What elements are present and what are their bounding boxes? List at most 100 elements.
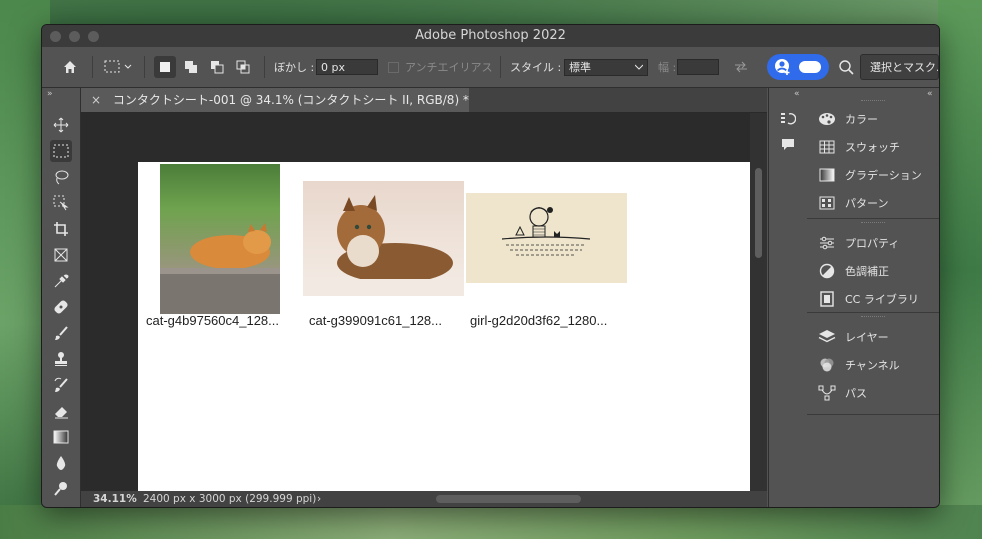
antialias-label: アンチエイリアス [405, 61, 493, 74]
library-icon [820, 291, 834, 307]
color-panel-label: カラー [845, 113, 878, 126]
gradients-panel-label: グラデーション [845, 169, 922, 182]
options-bar: ぼかし : 0 px アンチエイリアス スタイル : 標準 幅 : 選択とマスク… [42, 47, 939, 88]
vertical-scrollbar[interactable] [750, 113, 767, 493]
frame-icon [54, 248, 68, 262]
blur-tool[interactable] [50, 452, 72, 474]
horizontal-scroll-thumb[interactable] [436, 495, 581, 503]
dodge-tool[interactable] [50, 478, 72, 500]
crop-tool[interactable] [50, 218, 72, 240]
history-brush-icon [54, 377, 68, 392]
title-bar: Adobe Photoshop 2022 [42, 25, 939, 47]
eyedropper-tool[interactable] [50, 270, 72, 292]
cc-libraries-panel-item[interactable]: CC ライブラリ [817, 288, 919, 310]
intersect-selection-icon [236, 60, 250, 74]
width-label: 幅 : [658, 61, 677, 74]
layers-panel-label: レイヤー [845, 331, 889, 344]
marquee-preset-icon [104, 60, 132, 73]
history-brush-tool[interactable] [50, 374, 72, 396]
comments-panel-button[interactable] [777, 134, 799, 156]
subtract-selection-button[interactable] [206, 56, 228, 78]
patterns-panel-item[interactable]: パターン [817, 192, 888, 214]
document-area: × コンタクトシート-001 @ 34.1% (コンタクトシート II, RGB… [81, 88, 767, 507]
home-icon [64, 61, 76, 73]
girl-sketch-image [501, 207, 591, 256]
add-to-selection-button[interactable] [180, 56, 202, 78]
document-tab[interactable]: × コンタクトシート-001 @ 34.1% (コンタクトシート II, RGB… [81, 88, 469, 112]
minimize-window-button[interactable] [69, 31, 80, 42]
thumbnail-caption-1: cat-g4b97560c4_128... [146, 313, 279, 328]
desktop-background-right [938, 0, 982, 539]
style-select[interactable]: 標準 [564, 58, 648, 76]
thumbnail-cat-2[interactable] [303, 181, 464, 296]
eraser-tool[interactable] [50, 400, 72, 422]
antialias-option[interactable]: アンチエイリアス [388, 47, 493, 87]
desktop-background-bottom [0, 505, 982, 539]
collapse-toolbar-icon[interactable]: » [47, 89, 53, 99]
collapsed-panel-dock: « [768, 88, 808, 507]
thumbnail-girl[interactable] [466, 193, 627, 283]
intersect-selection-button[interactable] [232, 56, 254, 78]
adjustments-panel-label: 色調補正 [845, 265, 889, 278]
lasso-icon [55, 170, 69, 185]
antialias-checkbox[interactable] [388, 61, 399, 73]
paths-panel-item[interactable]: パス [817, 382, 867, 404]
close-tab-icon[interactable]: × [91, 93, 101, 107]
collapse-dock-icon[interactable]: « [794, 89, 800, 99]
chevron-right-icon[interactable]: › [317, 491, 321, 507]
properties-panel-item[interactable]: プロパティ [817, 232, 899, 254]
move-tool[interactable] [50, 114, 72, 136]
feather-label: ぼかし : [274, 61, 315, 74]
gradients-panel-item[interactable]: グラデーション [817, 164, 922, 186]
gradient-tool[interactable] [50, 426, 72, 448]
width-input[interactable] [677, 59, 719, 75]
thumbnail-caption-3: girl-g2d20d3f62_1280... [470, 313, 608, 328]
feather-input[interactable]: 0 px [316, 59, 378, 75]
window-title: Adobe Photoshop 2022 [415, 28, 566, 43]
gradient-tool-icon [53, 430, 69, 444]
select-and-mask-button[interactable]: 選択とマスク... [860, 54, 939, 80]
history-icon [781, 113, 796, 125]
adjustments-panel-item[interactable]: 色調補正 [817, 260, 889, 282]
fluffy-cat-image [303, 195, 464, 296]
comment-icon [782, 139, 794, 150]
frame-tool[interactable] [50, 244, 72, 266]
clone-stamp-tool[interactable] [50, 348, 72, 370]
close-window-button[interactable] [50, 31, 61, 42]
swap-dimensions-button[interactable] [730, 56, 752, 78]
share-button[interactable] [767, 54, 829, 80]
object-selection-tool[interactable] [50, 192, 72, 214]
channels-panel-item[interactable]: チャンネル [817, 354, 900, 376]
eraser-icon [55, 407, 68, 419]
style-label: スタイル : [510, 61, 562, 74]
photoshop-window: Adobe Photoshop 2022 ぼかし : 0 px アンチエイリアス… [41, 24, 940, 508]
stamp-icon [55, 352, 67, 366]
zoom-level[interactable]: 34.11% [93, 491, 137, 507]
marquee-tool[interactable] [50, 140, 72, 162]
layers-panel-item[interactable]: レイヤー [817, 326, 889, 348]
lasso-tool[interactable] [50, 166, 72, 188]
thumbnail-cat-1[interactable] [160, 164, 280, 314]
properties-panel-label: プロパティ [845, 237, 900, 250]
history-panel-button[interactable] [777, 108, 799, 130]
paths-icon [818, 385, 836, 401]
contact-sheet-canvas[interactable]: cat-g4b97560c4_128... cat-g399091c61_128… [138, 162, 750, 492]
layers-icon [818, 330, 836, 343]
home-button[interactable] [59, 56, 81, 78]
healing-brush-tool[interactable] [50, 296, 72, 318]
swatches-panel-item[interactable]: スウォッチ [817, 136, 900, 158]
gradient-icon [819, 168, 835, 182]
new-selection-button[interactable] [154, 56, 176, 78]
color-panel-item[interactable]: カラー [817, 108, 878, 130]
search-button[interactable] [835, 56, 857, 78]
zoom-window-button[interactable] [88, 31, 99, 42]
eyedropper-icon [54, 274, 69, 288]
swatches-panel-label: スウォッチ [845, 141, 900, 154]
cat-photo-image [160, 223, 280, 314]
panel-group-color: カラー スウォッチ グラデーション パターン [807, 98, 939, 219]
brush-tool[interactable] [50, 322, 72, 344]
tool-preset-picker[interactable] [100, 56, 138, 78]
sliders-icon [820, 236, 834, 250]
vertical-scroll-thumb[interactable] [755, 168, 762, 258]
subtract-selection-icon [211, 61, 224, 74]
